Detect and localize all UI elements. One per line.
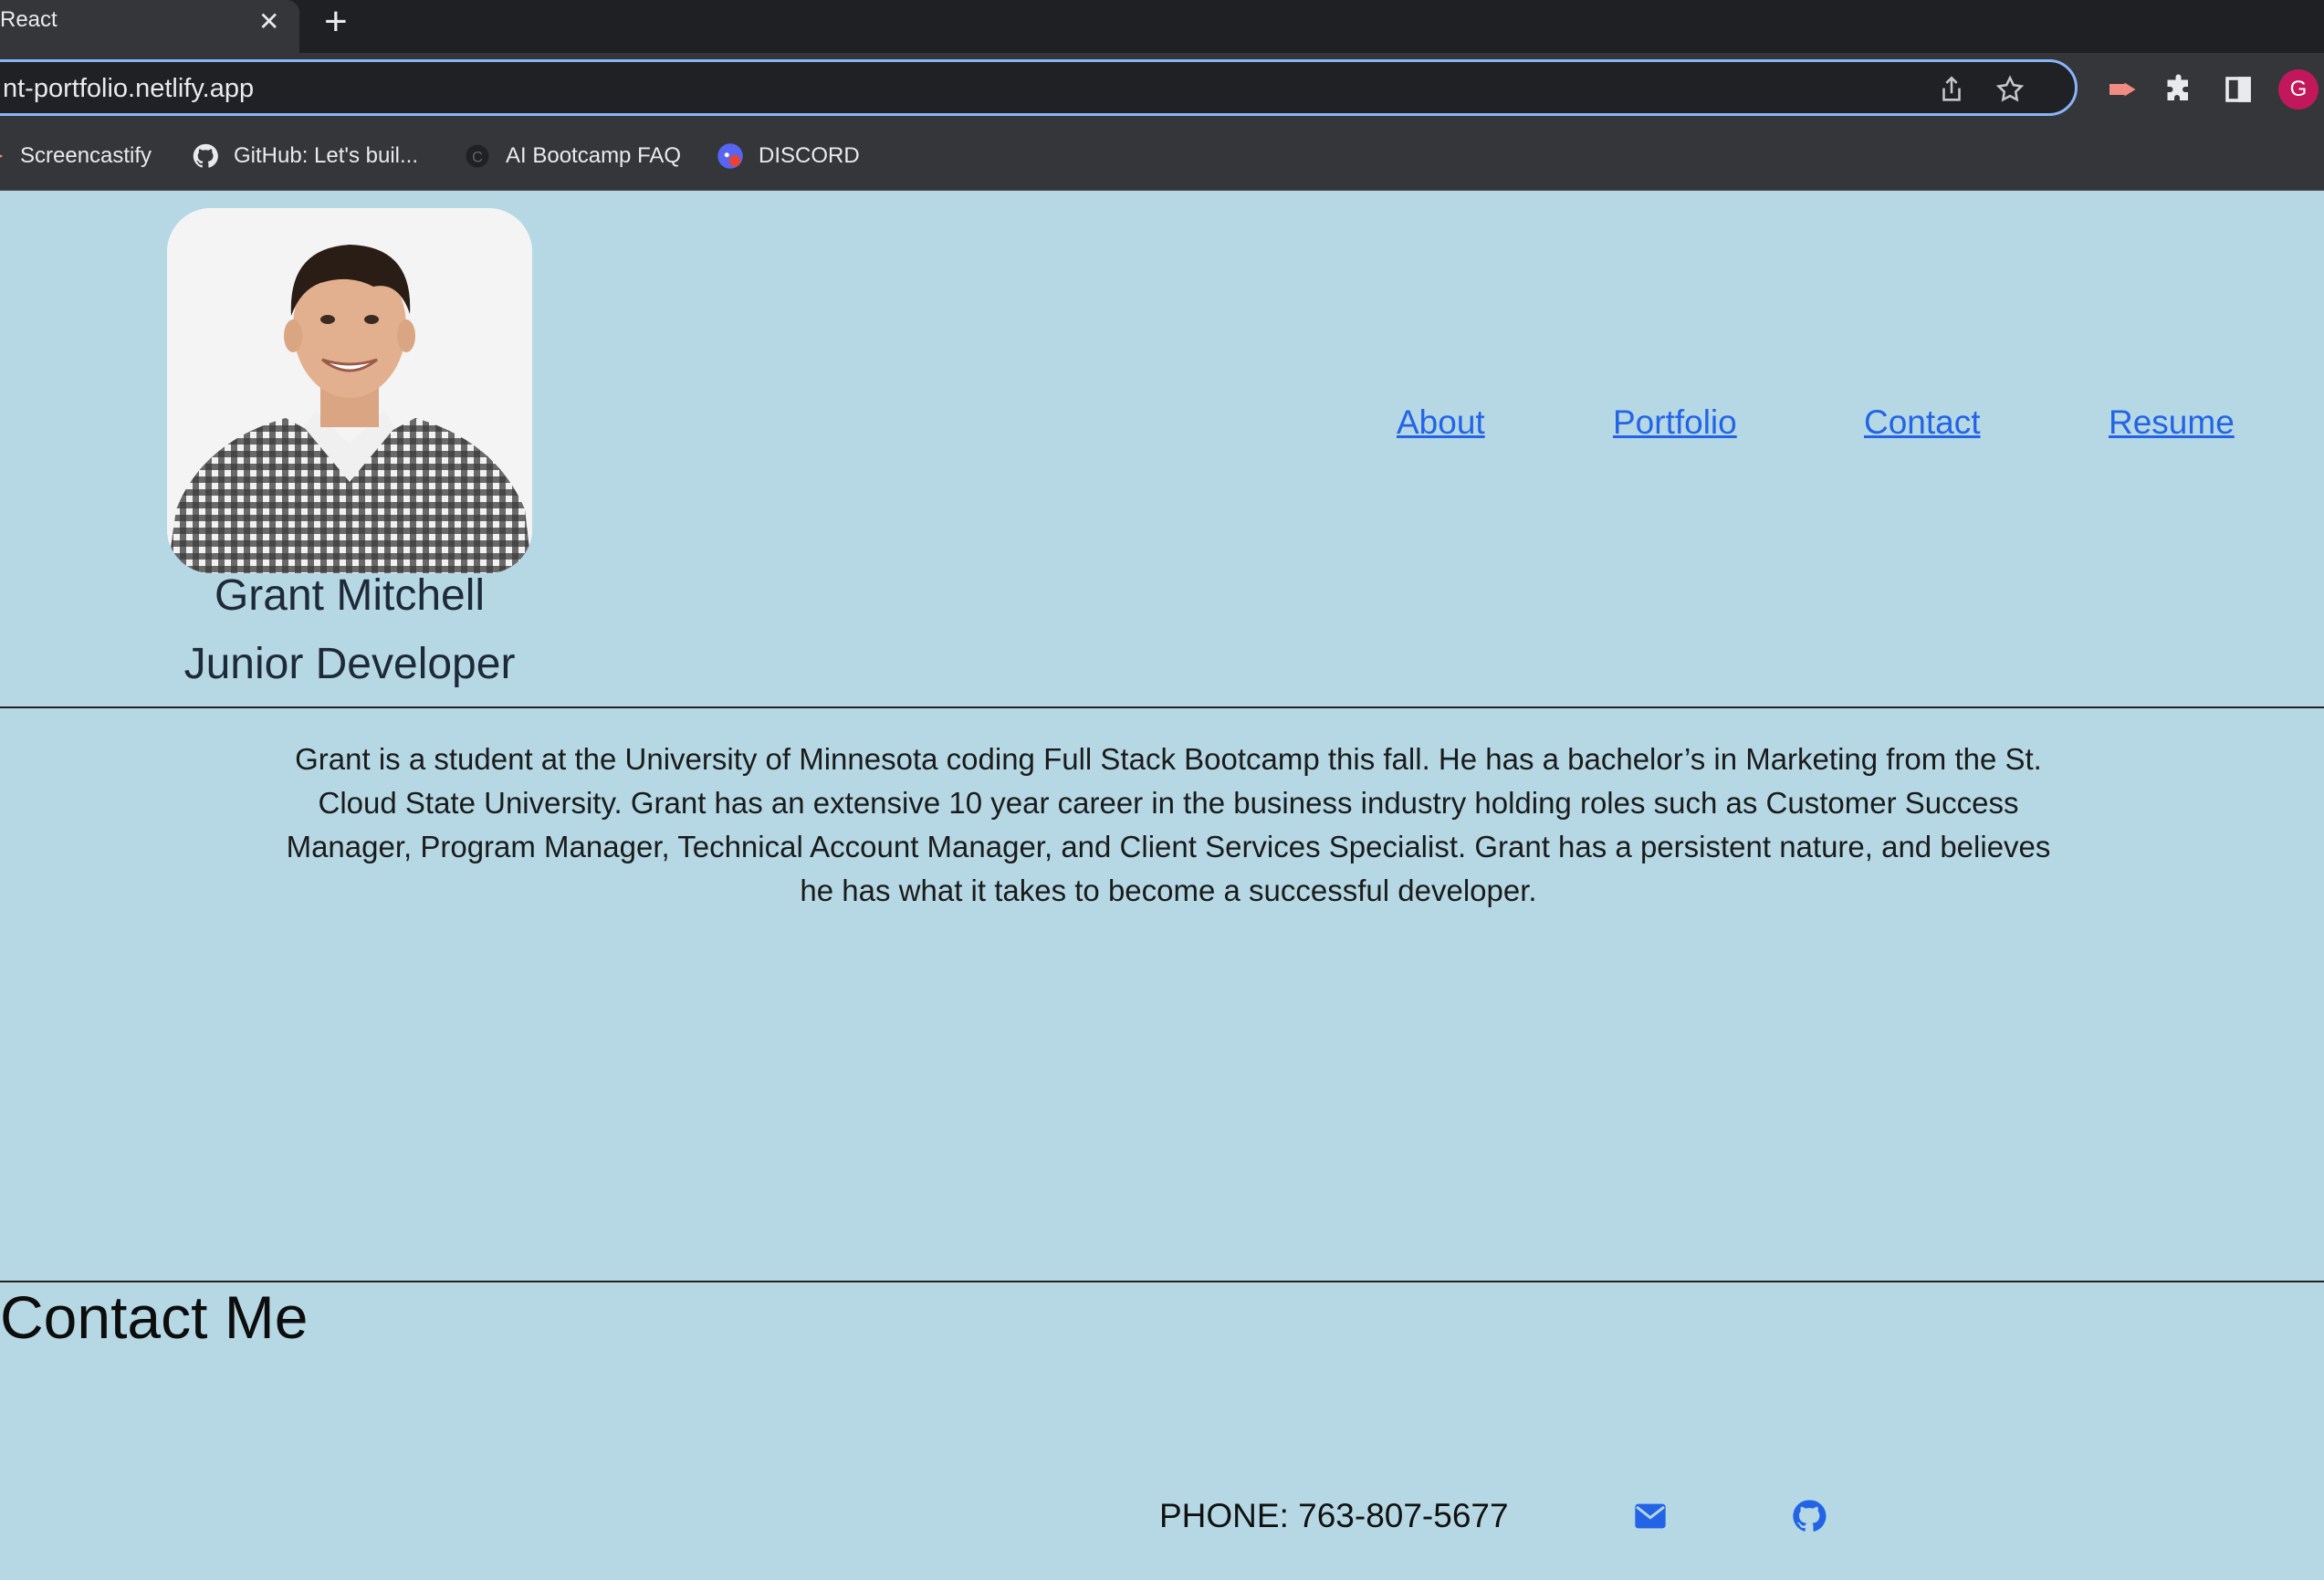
browser-tab[interactable]: React ✕ xyxy=(0,0,299,53)
bookmarks-bar: Screencastify GitHub: Let's buil... C AI… xyxy=(0,126,2324,191)
tab-title: React xyxy=(0,7,58,32)
tab-close-icon[interactable]: ✕ xyxy=(258,8,279,36)
contact-heading: Contact Me xyxy=(0,1283,309,1351)
svg-text:C: C xyxy=(472,149,483,165)
browser-toolbar: nt-portfolio.netlify.app G xyxy=(0,53,2324,126)
github-icon xyxy=(192,142,219,170)
site-icon: C xyxy=(464,142,491,170)
discord-icon xyxy=(717,142,744,170)
github-icon[interactable] xyxy=(1791,1498,1827,1534)
nav-resume-link[interactable]: Resume xyxy=(2109,403,2235,442)
about-bio: Grant is a student at the University of … xyxy=(286,742,2051,907)
browser-tabstrip: React ✕ + xyxy=(0,0,2324,53)
extensions-puzzle-icon[interactable] xyxy=(2163,73,2196,106)
nav-about-link[interactable]: About xyxy=(1397,403,1485,442)
envelope-icon[interactable] xyxy=(1632,1498,1669,1534)
bookmark-star-icon[interactable] xyxy=(1994,74,2026,105)
share-icon[interactable] xyxy=(1936,74,1967,105)
contact-phone: PHONE: 763-807-5677 xyxy=(1159,1497,1509,1534)
site-owner-name: Grant Mitchell xyxy=(214,571,486,620)
screencastify-icon xyxy=(0,142,5,170)
bookmark-discord[interactable]: DISCORD xyxy=(717,142,860,170)
address-bar[interactable]: nt-portfolio.netlify.app xyxy=(0,59,2078,116)
profile-avatar[interactable]: G xyxy=(2278,69,2319,110)
contact-divider xyxy=(0,1281,2324,1282)
bookmark-github[interactable]: GitHub: Let's buil... xyxy=(192,142,418,170)
nav-contact-link[interactable]: Contact xyxy=(1864,403,1981,442)
header-divider xyxy=(0,706,2324,708)
screencastify-extension-icon[interactable] xyxy=(2107,73,2140,106)
bookmark-ai-bootcamp-faq[interactable]: C AI Bootcamp FAQ xyxy=(464,142,681,170)
side-panel-icon[interactable] xyxy=(2222,73,2255,106)
profile-photo xyxy=(167,208,532,573)
new-tab-icon[interactable]: + xyxy=(324,2,348,42)
nav-portfolio-link[interactable]: Portfolio xyxy=(1613,403,1737,442)
url-text[interactable]: nt-portfolio.netlify.app xyxy=(3,74,254,104)
bookmark-screencastify[interactable]: Screencastify xyxy=(0,142,152,170)
site-owner-title: Junior Developer xyxy=(183,640,516,688)
